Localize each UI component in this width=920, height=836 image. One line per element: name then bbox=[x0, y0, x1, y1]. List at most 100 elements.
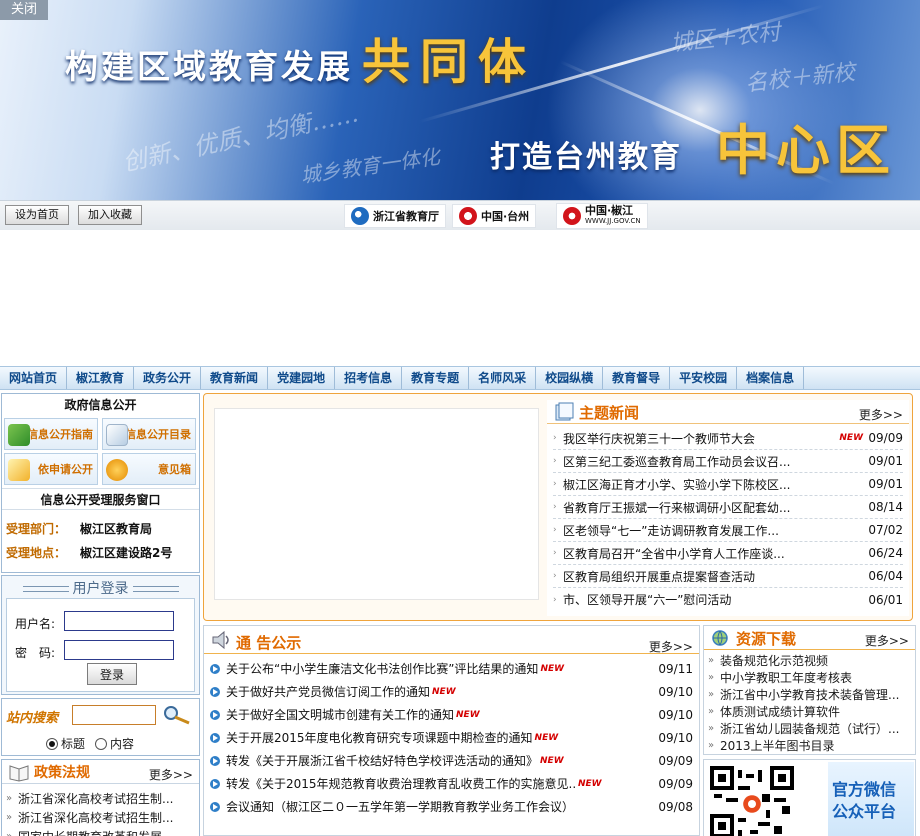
radio-checked-icon bbox=[46, 737, 58, 750]
taizhou-logo-icon bbox=[459, 207, 477, 225]
nav-item-party-building[interactable]: 党建园地 bbox=[268, 367, 336, 389]
theme-news-item-date: 09/01 bbox=[868, 454, 903, 468]
catalog-icon bbox=[106, 424, 128, 446]
notices-title: 通 告公示 bbox=[236, 634, 302, 652]
main-nav: 网站首页 椒江教育 政务公开 教育新闻 党建园地 招考信息 教育专题 名师风采 … bbox=[0, 366, 920, 390]
new-badge: NEW bbox=[839, 433, 863, 443]
downloads-title: 资源下载 bbox=[736, 630, 797, 648]
theme-news-more-link[interactable]: 更多>> bbox=[859, 406, 903, 423]
theme-news-header: 主题新闻 更多>> bbox=[547, 400, 909, 424]
book-icon bbox=[9, 765, 29, 782]
nav-item-supervision[interactable]: 教育督导 bbox=[603, 367, 671, 389]
notice-item[interactable]: 关于做好全国文明城市创建有关工作的通知 NEW 09/10 bbox=[210, 703, 693, 726]
play-bullet-icon bbox=[210, 686, 220, 697]
notice-item-title: 会议通知（椒江区二０一五学年第一学期教育教学业务工作会议） bbox=[226, 800, 575, 814]
news-slideshow[interactable] bbox=[214, 408, 539, 600]
link-taizhou[interactable]: 中国·台州 bbox=[452, 204, 537, 228]
notice-item-date: 09/10 bbox=[658, 684, 693, 699]
nav-item-admissions[interactable]: 招考信息 bbox=[335, 367, 403, 389]
nav-item-jiaojiang-education[interactable]: 椒江教育 bbox=[67, 367, 135, 389]
downloads-panel: 资源下载 更多>> » 装备规范化示范视频 » 中小学教职工年度考核表 » 浙江省中小… bbox=[703, 625, 916, 755]
download-item[interactable]: » 浙江省幼儿园装备规范（试行）... bbox=[708, 720, 911, 737]
nav-item-home[interactable]: 网站首页 bbox=[0, 367, 68, 389]
suggestion-box-button[interactable]: 意见箱 bbox=[102, 453, 196, 485]
notice-item[interactable]: 关于开展2015年度电化教育研究专项课题中期检查的通知 NEW 09/10 bbox=[210, 726, 693, 749]
envelope-icon bbox=[8, 459, 30, 481]
play-bullet-icon bbox=[210, 778, 220, 789]
download-item[interactable]: » 体质测试成绩计算软件 bbox=[708, 703, 911, 720]
theme-news-item-date: 07/02 bbox=[868, 523, 903, 537]
downloads-more-link[interactable]: 更多>> bbox=[865, 632, 909, 649]
theme-news-item[interactable]: › 椒江区海正育才小学、实验小学下陈校区... 09/01 bbox=[553, 473, 903, 496]
service-window-title: 信息公开受理服务窗口 bbox=[2, 488, 199, 510]
wechat-qr-code-icon[interactable] bbox=[710, 766, 794, 836]
download-item[interactable]: » 浙江省中小学教育技术装备管理... bbox=[708, 686, 911, 703]
set-homepage-button[interactable]: 设为首页 bbox=[5, 205, 69, 225]
guide-icon bbox=[8, 424, 30, 446]
info-catalog-button[interactable]: 信息公开目录 bbox=[102, 418, 196, 450]
link-jiaojiang[interactable]: 中国·椒江 WWW.JJ.GOV.CN bbox=[556, 203, 648, 229]
policy-panel: 政策法规 更多>> » 浙江省深化高校考试招生制... » 浙江省深化高校考试招生制… bbox=[1, 759, 200, 836]
site-search-panel: 站内搜索 标题 内容 bbox=[1, 698, 200, 756]
search-option-title[interactable]: 标题 bbox=[46, 735, 85, 752]
password-input[interactable] bbox=[64, 640, 174, 660]
theme-news-item[interactable]: › 省教育厅王振斌一行来椒调研小区配套幼... 08/14 bbox=[553, 496, 903, 519]
apply-disclosure-label: 依申请公开 bbox=[38, 463, 93, 476]
featured-block: 主题新闻 更多>> › 我区举行庆祝第三十一个教师节大会 NEW 09/09 › 区第三… bbox=[203, 393, 913, 621]
username-label: 用户名: bbox=[15, 617, 56, 631]
download-item[interactable]: » 装备规范化示范视频 bbox=[708, 652, 911, 669]
notice-item-title: 转发《关于2015年规范教育收费治理教育乱收费工作的实施意见... bbox=[226, 777, 576, 791]
theme-news-panel: 主题新闻 更多>> › 我区举行庆祝第三十一个教师节大会 NEW 09/09 › 区第三… bbox=[547, 400, 909, 616]
theme-news-item[interactable]: › 市、区领导开展“六一”慰问活动 06/01 bbox=[553, 588, 903, 611]
notice-item[interactable]: 会议通知（椒江区二０一五学年第一学期教育教学业务工作会议） 09/08 bbox=[210, 795, 693, 818]
nav-item-safe-campus[interactable]: 平安校园 bbox=[670, 367, 738, 389]
nav-item-teachers[interactable]: 名师风采 bbox=[469, 367, 537, 389]
theme-news-item-title: 区教育局组织开展重点提案督查活动 bbox=[563, 569, 756, 584]
notice-item-title: 关于开展2015年度电化教育研究专项课题中期检查的通知 bbox=[226, 731, 533, 745]
username-input[interactable] bbox=[64, 611, 174, 631]
theme-news-item[interactable]: › 我区举行庆祝第三十一个教师节大会 NEW 09/09 bbox=[553, 427, 903, 450]
notices-more-link[interactable]: 更多>> bbox=[649, 638, 693, 655]
close-button[interactable]: 关闭 bbox=[0, 0, 48, 20]
search-option-content[interactable]: 内容 bbox=[95, 735, 134, 752]
download-item-title: 浙江省中小学教育技术装备管理... bbox=[720, 688, 900, 702]
theme-news-item[interactable]: › 区第三纪工委巡查教育局工作动员会议召... 09/01 bbox=[553, 450, 903, 473]
theme-news-item-date: 06/01 bbox=[868, 592, 903, 607]
policy-item[interactable]: » 浙江省深化高校考试招生制... bbox=[6, 809, 195, 826]
login-title: 用户登录 bbox=[2, 578, 199, 598]
nav-item-topics[interactable]: 教育专题 bbox=[402, 367, 470, 389]
speaker-icon bbox=[212, 630, 229, 650]
nav-item-archives[interactable]: 档案信息 bbox=[737, 367, 805, 389]
notice-item[interactable]: 转发《关于2015年规范教育收费治理教育乱收费工作的实施意见... NEW 09/0… bbox=[210, 772, 693, 795]
login-button[interactable]: 登录 bbox=[87, 663, 137, 685]
theme-news-item-title: 区教育局召开“全省中小学育人工作座谈... bbox=[563, 546, 785, 561]
search-input[interactable] bbox=[72, 705, 156, 725]
notice-item[interactable]: 关于公布“中小学生廉洁文化书法创作比赛”评比结果的通知 NEW 09/11 bbox=[210, 657, 693, 680]
notice-item[interactable]: 关于做好共产党员微信订阅工作的通知 NEW 09/10 bbox=[210, 680, 693, 703]
download-item-title: 浙江省幼儿园装备规范（试行）... bbox=[720, 722, 900, 736]
download-item-title: 中小学教职工年度考核表 bbox=[720, 671, 853, 685]
theme-news-item[interactable]: › 区教育局召开“全省中小学育人工作座谈... 06/24 bbox=[553, 542, 903, 565]
policy-item[interactable]: »国家中长期教育改革和发展... bbox=[6, 828, 195, 836]
download-item[interactable]: » 中小学教职工年度考核表 bbox=[708, 669, 911, 686]
info-guide-button[interactable]: 信息公开指南 bbox=[4, 418, 98, 450]
nav-item-government-affairs[interactable]: 政务公开 bbox=[134, 367, 202, 389]
add-favorite-button[interactable]: 加入收藏 bbox=[78, 205, 142, 225]
notice-item[interactable]: 转发《关于开展浙江省千校结好特色学校评选活动的通知》 NEW 09/09 bbox=[210, 749, 693, 772]
banner-title-main: 构建区域教育发展 bbox=[65, 47, 353, 86]
nav-item-campus[interactable]: 校园纵横 bbox=[536, 367, 604, 389]
theme-news-item[interactable]: › 区老领导“七一”走访调研教育发展工作... 07/02 bbox=[553, 519, 903, 542]
theme-news-item-title: 区第三纪工委巡查教育局工作动员会议召... bbox=[563, 454, 791, 469]
search-icon[interactable] bbox=[160, 704, 192, 726]
policy-more-link[interactable]: 更多>> bbox=[149, 766, 193, 783]
new-badge: NEW bbox=[540, 755, 564, 766]
download-item[interactable]: » 2013上半年图书目录 bbox=[708, 737, 911, 754]
link-zhejiang-education[interactable]: 浙江省教育厅 bbox=[344, 204, 446, 228]
theme-news-item[interactable]: › 区教育局组织开展重点提案督查活动 06/04 bbox=[553, 565, 903, 588]
info-guide-label: 信息公开指南 bbox=[27, 428, 93, 441]
nav-item-education-news[interactable]: 教育新闻 bbox=[201, 367, 269, 389]
address-info: 受理地点： 椒江区建设路2号 bbox=[6, 544, 172, 561]
gov-info-panel: 政府信息公开 信息公开指南 信息公开目录 依申请公开 意见箱 信息公开受理服务窗… bbox=[1, 393, 200, 573]
policy-item[interactable]: » 浙江省深化高校考试招生制... bbox=[6, 790, 195, 807]
apply-disclosure-button[interactable]: 依申请公开 bbox=[4, 453, 98, 485]
